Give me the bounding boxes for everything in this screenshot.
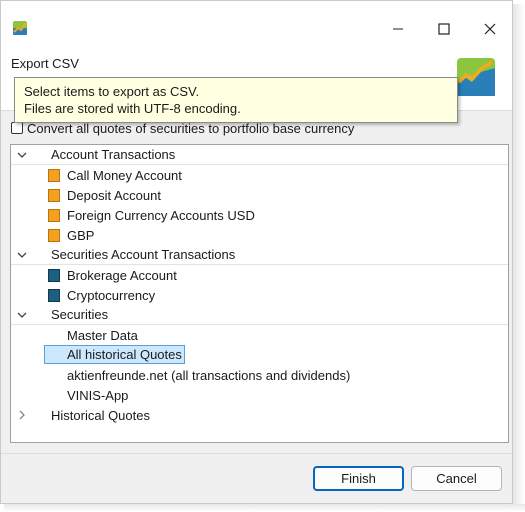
window-shadow: [513, 4, 525, 512]
tree-item[interactable]: aktienfreunde.net (all transactions and …: [11, 365, 508, 385]
tree-group-securities-account-transactions[interactable]: Securities Account Transactions: [11, 245, 508, 265]
tree-group-securities[interactable]: Securities: [11, 305, 508, 325]
app-icon: [13, 21, 27, 35]
tree-group-label: Historical Quotes: [51, 407, 150, 423]
dialog-title: Export CSV: [11, 56, 79, 71]
account-icon: [48, 228, 60, 242]
portfolio-performance-logo: [457, 58, 495, 96]
tree-item-label: GBP: [67, 227, 95, 243]
tree-item-label: Deposit Account: [67, 187, 161, 203]
tree-group-historical-quotes[interactable]: Historical Quotes: [11, 405, 508, 425]
tree-item-selected[interactable]: All historical Quotes: [11, 345, 508, 365]
finish-button[interactable]: Finish: [313, 466, 404, 491]
help-tooltip: Select items to export as CSV. Files are…: [14, 77, 458, 123]
account-icon: [48, 188, 60, 202]
tree-item-label: Brokerage Account: [67, 267, 177, 283]
export-items-tree[interactable]: Account Transactions Call Money Account …: [10, 144, 509, 443]
tree-item[interactable]: Cryptocurrency: [11, 285, 508, 305]
tree-item[interactable]: Deposit Account: [11, 185, 508, 205]
tooltip-line: Select items to export as CSV.: [24, 84, 200, 99]
tree-item-label: Master Data: [67, 327, 138, 343]
chevron-down-icon[interactable]: [15, 148, 29, 162]
portfolio-icon: [48, 288, 60, 302]
title-bar[interactable]: [1, 1, 512, 46]
tree-item[interactable]: Brokerage Account: [11, 265, 508, 285]
tree-item-label: VINIS-App: [67, 387, 129, 403]
tree-item-label: Foreign Currency Accounts USD: [67, 207, 255, 223]
tree-group-label: Account Transactions: [51, 147, 176, 162]
chevron-right-icon[interactable]: [15, 408, 29, 422]
tooltip-line: Files are stored with UTF-8 encoding.: [24, 101, 241, 116]
tree-group-account-transactions[interactable]: Account Transactions: [11, 145, 508, 165]
account-icon: [48, 168, 60, 182]
cancel-button[interactable]: Cancel: [411, 466, 502, 491]
chevron-down-icon[interactable]: [15, 308, 29, 322]
maximize-icon: [438, 23, 450, 35]
dialog-footer: Finish Cancel: [1, 453, 512, 503]
account-icon: [48, 208, 60, 222]
minimize-icon: [393, 28, 403, 30]
tree-group-label: Securities: [51, 307, 109, 322]
tree-item[interactable]: Master Data: [11, 325, 508, 345]
tree-item[interactable]: VINIS-App: [11, 385, 508, 405]
minimize-button[interactable]: [375, 14, 421, 44]
tree-item-label: Cryptocurrency: [67, 287, 156, 303]
close-icon: [484, 23, 496, 35]
tree-item-label: aktienfreunde.net (all transactions and …: [67, 367, 351, 383]
export-csv-dialog: Export CSV Convert all quotes of securit…: [0, 0, 513, 504]
chevron-down-icon[interactable]: [15, 248, 29, 262]
window-shadow: [4, 504, 525, 512]
tree-item-label: All historical Quotes: [44, 345, 185, 364]
portfolio-icon: [48, 268, 60, 282]
tree-item[interactable]: Foreign Currency Accounts USD: [11, 205, 508, 225]
tree-item[interactable]: Call Money Account: [11, 165, 508, 185]
convert-currency-checkbox[interactable]: [11, 122, 23, 134]
tree-group-label: Securities Account Transactions: [51, 247, 236, 262]
close-button[interactable]: [467, 14, 513, 44]
tree-item-label: Call Money Account: [67, 167, 182, 183]
tree-item[interactable]: GBP: [11, 225, 508, 245]
maximize-button[interactable]: [421, 14, 467, 44]
